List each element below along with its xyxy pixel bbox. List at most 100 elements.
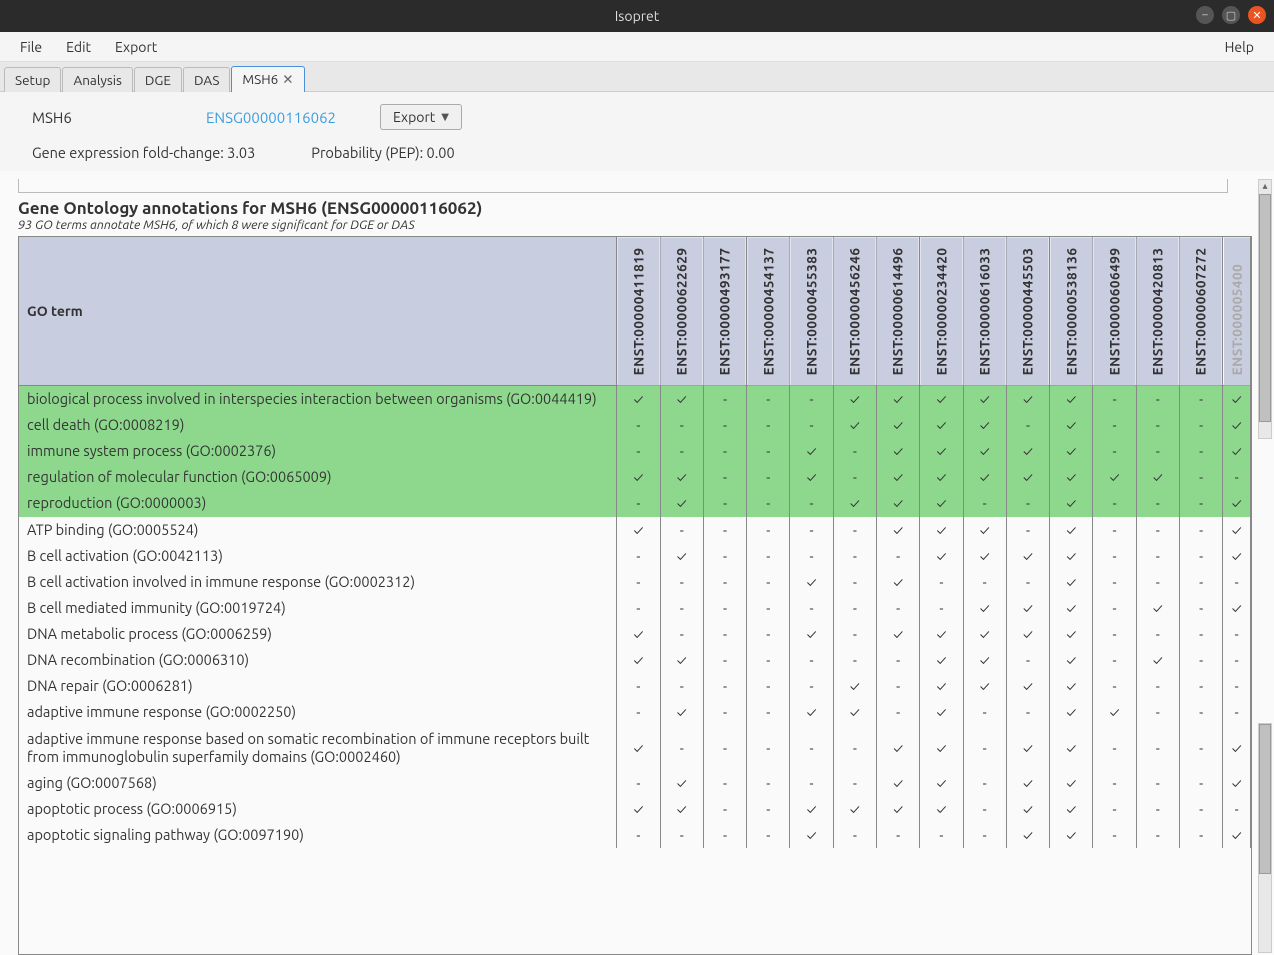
tab-label: Setup xyxy=(15,72,50,88)
menu-help[interactable]: Help xyxy=(1213,35,1266,59)
checkmark-cell: ✓ xyxy=(1223,822,1251,848)
checkmark-cell: ✓ xyxy=(833,490,876,516)
checkmark-cell: ✓ xyxy=(617,647,660,673)
tab-das[interactable]: DAS xyxy=(183,67,230,92)
dash-cell: - xyxy=(876,699,919,725)
checkmark-cell: ✓ xyxy=(920,673,963,699)
table-row: B cell mediated immunity (GO:0019724)---… xyxy=(19,595,1251,621)
dash-cell: - xyxy=(790,412,833,438)
checkmark-cell: ✓ xyxy=(1050,464,1093,490)
checkmark-cell: ✓ xyxy=(920,490,963,516)
dash-cell: - xyxy=(790,517,833,543)
dash-cell: - xyxy=(703,569,746,595)
checkmark-cell: ✓ xyxy=(660,543,703,569)
dash-cell: - xyxy=(660,517,703,543)
menu-file[interactable]: File xyxy=(8,35,54,59)
menu-export[interactable]: Export xyxy=(103,35,169,59)
dash-cell: - xyxy=(1136,543,1179,569)
checkmark-cell: ✓ xyxy=(1093,699,1136,725)
scrollbar-thumb[interactable] xyxy=(1259,724,1271,874)
dash-cell: - xyxy=(833,621,876,647)
dash-cell: - xyxy=(617,595,660,621)
dash-cell: - xyxy=(1136,621,1179,647)
go-term-cell: DNA recombination (GO:0006310) xyxy=(19,647,617,673)
dash-cell: - xyxy=(833,569,876,595)
dash-cell: - xyxy=(1179,770,1222,796)
table-row: DNA metabolic process (GO:0006259)✓---✓-… xyxy=(19,621,1251,647)
dash-cell: - xyxy=(747,726,790,770)
dash-cell: - xyxy=(1093,822,1136,848)
dash-cell: - xyxy=(703,385,746,412)
checkmark-cell: ✓ xyxy=(660,490,703,516)
checkmark-cell: ✓ xyxy=(920,438,963,464)
scrollbar-thumb[interactable] xyxy=(1259,194,1271,422)
dash-cell: - xyxy=(747,464,790,490)
dash-cell: - xyxy=(617,673,660,699)
checkmark-cell: ✓ xyxy=(1006,726,1049,770)
window-controls: – ▢ ✕ xyxy=(1196,6,1266,24)
tab-msh6[interactable]: MSH6✕ xyxy=(231,66,304,92)
go-term-cell: immune system process (GO:0002376) xyxy=(19,438,617,464)
transcript-column-header: ENST:00000493177 xyxy=(703,237,746,385)
checkmark-cell: ✓ xyxy=(876,438,919,464)
checkmark-cell: ✓ xyxy=(660,647,703,673)
checkmark-cell: ✓ xyxy=(1223,490,1251,516)
checkmark-cell: ✓ xyxy=(1050,569,1093,595)
checkmark-cell: ✓ xyxy=(1093,464,1136,490)
upper-panel-placeholder xyxy=(18,179,1228,193)
checkmark-cell: ✓ xyxy=(790,822,833,848)
scrollbar-lower[interactable] xyxy=(1258,723,1272,953)
checkmark-cell: ✓ xyxy=(1006,385,1049,412)
checkmark-cell: ✓ xyxy=(920,385,963,412)
tab-analysis[interactable]: Analysis xyxy=(62,67,132,92)
checkmark-cell: ✓ xyxy=(1050,796,1093,822)
dash-cell: - xyxy=(703,726,746,770)
table-row: apoptotic process (GO:0006915)✓✓--✓✓✓✓-✓… xyxy=(19,796,1251,822)
dash-cell: - xyxy=(1136,517,1179,543)
dash-cell: - xyxy=(1136,490,1179,516)
dash-cell: - xyxy=(1093,412,1136,438)
checkmark-cell: ✓ xyxy=(790,796,833,822)
dash-cell: - xyxy=(1179,464,1222,490)
checkmark-cell: ✓ xyxy=(920,726,963,770)
close-icon[interactable]: ✕ xyxy=(282,71,293,87)
go-annotations-heading: Gene Ontology annotations for MSH6 (ENSG… xyxy=(18,199,1252,218)
dash-cell: - xyxy=(833,822,876,848)
tab-dge[interactable]: DGE xyxy=(134,67,182,92)
dash-cell: - xyxy=(747,412,790,438)
go-table: GO termENST:00000411819ENST:00000622629E… xyxy=(19,237,1251,848)
go-term-cell: B cell activation involved in immune res… xyxy=(19,569,617,595)
maximize-button[interactable]: ▢ xyxy=(1222,6,1240,24)
dash-cell: - xyxy=(1223,621,1251,647)
scrollbar-upper[interactable]: ▴ xyxy=(1258,179,1272,439)
dash-cell: - xyxy=(747,595,790,621)
dash-cell: - xyxy=(617,412,660,438)
export-dropdown[interactable]: Export ▼ xyxy=(380,104,462,130)
close-button[interactable]: ✕ xyxy=(1248,6,1266,24)
minimize-button[interactable]: – xyxy=(1196,6,1214,24)
ensembl-link[interactable]: ENSG00000116062 xyxy=(206,109,356,126)
table-row: adaptive immune response (GO:0002250)-✓-… xyxy=(19,699,1251,725)
table-row: aging (GO:0007568)-✓----✓✓-✓✓---✓ xyxy=(19,770,1251,796)
go-term-cell: reproduction (GO:0000003) xyxy=(19,490,617,516)
pep-text: Probability (PEP): 0.00 xyxy=(311,144,454,161)
checkmark-cell: ✓ xyxy=(660,770,703,796)
checkmark-cell: ✓ xyxy=(876,412,919,438)
checkmark-cell: ✓ xyxy=(833,796,876,822)
checkmark-cell: ✓ xyxy=(920,770,963,796)
tab-setup[interactable]: Setup xyxy=(4,67,61,92)
checkmark-cell: ✓ xyxy=(1050,699,1093,725)
dash-cell: - xyxy=(660,595,703,621)
dash-cell: - xyxy=(833,595,876,621)
dash-cell: - xyxy=(1093,673,1136,699)
checkmark-cell: ✓ xyxy=(1050,595,1093,621)
dash-cell: - xyxy=(833,726,876,770)
menu-edit[interactable]: Edit xyxy=(54,35,103,59)
dash-cell: - xyxy=(1179,796,1222,822)
content-area: Gene Ontology annotations for MSH6 (ENSG… xyxy=(0,171,1274,955)
dash-cell: - xyxy=(790,770,833,796)
checkmark-cell: ✓ xyxy=(1050,726,1093,770)
dash-cell: - xyxy=(1179,647,1222,673)
checkmark-cell: ✓ xyxy=(617,464,660,490)
checkmark-cell: ✓ xyxy=(790,438,833,464)
